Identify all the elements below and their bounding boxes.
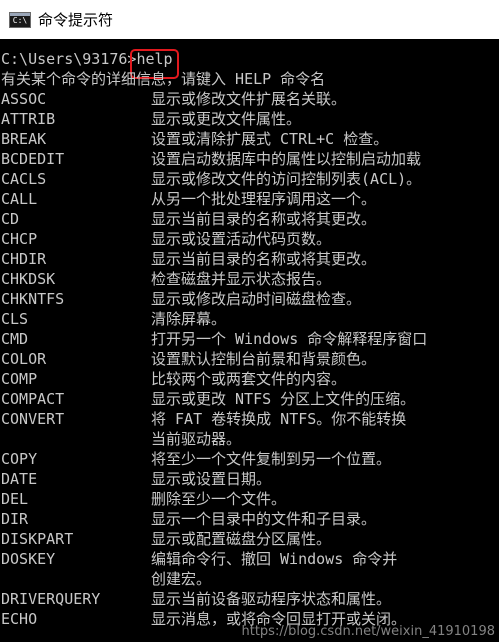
command-description: 打开另一个 Windows 命令解释程序窗口 [151,330,428,348]
command-name: CLS [1,310,29,328]
command-description: 显示或修改启动时间磁盘检查。 [151,290,362,308]
command-description: 从另一个批处理程序调用这一个。 [151,190,377,208]
command-name: COPY [1,450,38,468]
command-name: CHCP [1,230,38,248]
command-name: CMD [1,330,29,348]
command-description: 比较两个或两套文件的内容。 [151,370,347,388]
command-name: DATE [1,470,38,488]
command-name: CHKNTFS [1,290,65,308]
command-description: 显示或设置活动代码页数。 [151,230,332,248]
command-description: 显示当前设备驱动程序状态和属性。 [151,590,392,608]
command-name: CHDIR [1,250,47,268]
prompt-path: C:\Users\93176> [1,50,137,68]
command-name: CONVERT [1,410,65,428]
command-prompt-window: C:\ 命令提示符 C:\Users\93176>help 有关某个命令的详细信… [0,0,499,642]
command-name: CACLS [1,170,47,188]
title-bar[interactable]: C:\ 命令提示符 [0,0,499,39]
command-description: 显示一个目录中的文件和子目录。 [151,510,377,528]
command-description: 删除至少一个文件。 [151,490,287,508]
command-description: 编辑命令行、撤回 Windows 命令并 [151,550,398,568]
console-output[interactable]: C:\Users\93176>help 有关某个命令的详细信息，请键入 HELP… [0,39,499,642]
command-name: BREAK [1,130,47,148]
command-description: 显示当前目录的名称或将其更改。 [151,210,377,228]
window-title: 命令提示符 [38,11,114,29]
watermark-text: https://blog.csdn.net/weixin_41910198 [241,624,495,639]
command-name: COMP [1,370,38,388]
command-name: COMPACT [1,390,65,408]
command-description: 设置默认控制台前景和背景颜色。 [151,350,377,368]
command-name: CHKDSK [1,270,56,288]
command-name: BCDEDIT [1,150,65,168]
command-description: 显示或配置磁盘分区属性。 [151,530,332,548]
command-name: CALL [1,190,38,208]
command-name: DEL [1,490,29,508]
command-description-continued: 当前驱动器。 [151,430,242,448]
command-description: 显示或设置日期。 [151,470,272,488]
command-name: DISKPART [1,530,74,548]
command-description-continued: 创建宏。 [151,570,212,588]
command-name: DOSKEY [1,550,56,568]
command-name: COLOR [1,350,47,368]
command-description: 显示或更改 NTFS 分区上文件的压缩。 [151,390,416,408]
command-description: 显示或修改文件的访问控制列表(ACL)。 [151,170,422,188]
cmd-console-icon: C:\ [9,11,31,28]
command-description: 显示或更改文件属性。 [151,110,302,128]
command-description: 显示当前目录的名称或将其更改。 [151,250,377,268]
command-name: ECHO [1,610,38,628]
command-name: ATTRIB [1,110,56,128]
command-description: 将至少一个文件复制到另一个位置。 [151,450,392,468]
command-name: ASSOC [1,90,47,108]
command-name: DRIVERQUERY [1,590,101,608]
command-description: 检查磁盘并显示状态报告。 [151,270,332,288]
command-name: DIR [1,510,29,528]
command-description: 将 FAT 卷转换成 NTFS。你不能转换 [151,410,407,428]
command-description: 设置启动数据库中的属性以控制启动加载 [151,150,422,168]
help-intro-line: 有关某个命令的详细信息，请键入 HELP 命令名 [1,70,326,88]
command-description: 设置或清除扩展式 CTRL+C 检查。 [151,130,389,148]
command-description: 清除屏幕。 [151,310,227,328]
command-name: CD [1,210,20,228]
command-description: 显示或修改文件扩展名关联。 [151,90,347,108]
